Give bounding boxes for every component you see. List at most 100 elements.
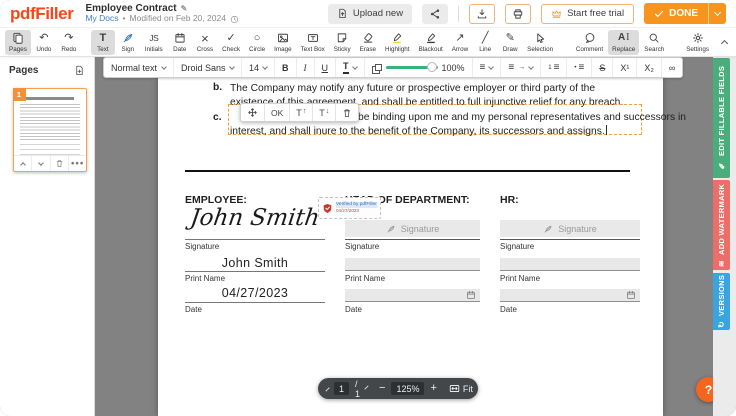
tool-arrow[interactable]: ↗ Arrow — [448, 30, 472, 55]
pages-icon — [12, 32, 24, 45]
gear-icon — [692, 32, 704, 45]
tool-sticky[interactable]: Sticky — [330, 30, 355, 55]
strikethrough-button[interactable]: S — [592, 58, 613, 77]
main-toolbar: Pages ↶ Undo ↷ Redo T Text Sign JS Initi… — [0, 28, 736, 57]
bold-button[interactable]: B — [275, 58, 297, 77]
tool-undo[interactable]: ↶ Undo — [32, 30, 56, 55]
current-page-input[interactable]: 1 — [334, 382, 349, 395]
hod-signature-field[interactable]: Signature — [345, 220, 480, 237]
tool-sign[interactable]: Sign — [116, 30, 140, 55]
arrow-icon: ↗ — [455, 32, 464, 45]
search-icon — [648, 32, 660, 45]
font-size-dropdown[interactable]: 14 — [242, 58, 275, 77]
paragraph-c-line2: interest, and shall inure to the benefit… — [230, 125, 607, 139]
download-button[interactable] — [469, 4, 495, 24]
tool-search[interactable]: Search — [640, 30, 668, 55]
tool-text-box[interactable]: Text Box — [297, 30, 329, 55]
zoom-out-button[interactable]: − — [379, 383, 385, 394]
tool-initials[interactable]: JS Initials — [141, 30, 167, 55]
upload-icon — [337, 8, 348, 19]
ok-button[interactable]: OK — [265, 104, 290, 121]
move-text-button[interactable] — [241, 104, 265, 121]
underline-button[interactable]: U — [315, 58, 337, 77]
pdffiller-logo[interactable]: pdfFiller — [10, 4, 73, 24]
hr-print-name-field[interactable] — [500, 258, 640, 271]
employee-date[interactable]: 04/27/2023 — [185, 286, 325, 300]
font-size-down-button[interactable]: T↓ — [313, 104, 336, 121]
numbered-list-button[interactable]: 1≡ — [541, 58, 567, 77]
tool-replace[interactable]: AI Replace — [608, 30, 639, 55]
tab-edit-fillable-fields[interactable]: ✎ EDIT FILLABLE FIELDS — [713, 58, 730, 178]
selection-pointer-icon — [534, 32, 546, 45]
done-dropdown-button[interactable] — [709, 3, 726, 24]
employee-signature-handwritten[interactable]: John Smith — [183, 205, 327, 231]
tool-settings[interactable]: Settings — [682, 30, 713, 55]
hod-date-field[interactable] — [345, 289, 480, 302]
share-button[interactable] — [422, 4, 448, 24]
verified-stamp[interactable]: Verified by pdfFiller 04/27/2023 — [318, 197, 381, 219]
versions-history-icon: ↻ — [717, 321, 726, 328]
page-thumbnail-card[interactable]: 1 ●●● — [13, 88, 87, 172]
hr-date-field[interactable] — [500, 289, 640, 302]
align-dropdown[interactable]: ≡ — [473, 58, 502, 77]
next-page-button[interactable] — [364, 385, 368, 389]
format-toolbar: Normal text Droid Sans 14 B I U T 100% ≡… — [103, 57, 683, 78]
tool-redo[interactable]: ↷ Redo — [57, 30, 81, 55]
document-page[interactable]: b. The Company may notify any future or … — [158, 77, 663, 416]
delete-text-button[interactable] — [336, 104, 358, 121]
zoom-in-button[interactable]: + — [430, 383, 436, 394]
tool-text[interactable]: T Text — [91, 30, 115, 55]
collapse-toolbar-chevron[interactable] — [721, 39, 728, 46]
page-thumbnail — [20, 97, 80, 155]
done-button[interactable]: DONE — [644, 3, 708, 24]
text-color-dropdown[interactable]: T — [336, 58, 365, 77]
employee-print-name[interactable]: John Smith — [185, 256, 325, 270]
rename-icon[interactable]: ✎ — [181, 4, 188, 13]
fit-button[interactable]: Fit — [449, 383, 473, 394]
tool-highlight[interactable]: Highlight — [381, 30, 414, 55]
tool-blackout[interactable]: Blackout — [415, 30, 447, 55]
tool-cross[interactable]: × Cross — [193, 30, 217, 55]
italic-button[interactable]: I — [297, 58, 315, 77]
move-page-down-button[interactable] — [32, 156, 50, 171]
delete-page-button[interactable] — [51, 156, 69, 171]
pages-panel: Pages 1 ●●● — [0, 57, 95, 416]
move-page-up-button[interactable] — [14, 156, 32, 171]
indent-dropdown[interactable]: ≡→ — [501, 58, 541, 77]
breadcrumb-separator: • — [123, 14, 126, 24]
print-button[interactable] — [505, 4, 531, 24]
subscript-button[interactable]: X₂ — [637, 58, 662, 77]
tool-draw[interactable]: ✎ Draw — [498, 30, 522, 55]
tool-image[interactable]: Image — [270, 30, 296, 55]
tool-circle[interactable]: ○ Circle — [245, 30, 269, 55]
start-free-trial-button[interactable]: Start free trial — [541, 4, 634, 24]
link-button[interactable]: ∞ — [662, 58, 682, 77]
tab-versions[interactable]: ↻ VERSIONS — [713, 273, 730, 330]
tool-pages[interactable]: Pages — [5, 30, 31, 55]
previous-page-button[interactable] — [325, 387, 329, 391]
paragraph-style-dropdown[interactable]: Normal text — [104, 58, 174, 77]
pdffiller-app: pdfFiller Employee Contract ✎ My Docs • … — [0, 0, 736, 416]
hr-signature-field[interactable]: Signature — [500, 220, 640, 237]
opacity-slider[interactable] — [386, 66, 438, 69]
add-page-icon[interactable] — [74, 65, 85, 76]
tool-selection[interactable]: Selection — [523, 30, 557, 55]
text-icon: T — [99, 32, 106, 45]
tool-erase[interactable]: Erase — [356, 30, 380, 55]
tool-date[interactable]: Date — [168, 30, 192, 55]
page-more-button[interactable]: ●●● — [69, 156, 86, 171]
opacity-control[interactable]: 100% — [365, 58, 473, 77]
superscript-button[interactable]: X¹ — [613, 58, 637, 77]
font-family-dropdown[interactable]: Droid Sans — [174, 58, 242, 77]
font-size-up-button[interactable]: T↑ — [290, 104, 313, 121]
zoom-level[interactable]: 125% — [391, 382, 424, 395]
bullet-list-button[interactable]: •≡ — [567, 58, 592, 77]
tool-comment[interactable]: Comment — [572, 30, 607, 55]
tool-check[interactable]: ✓ Check — [218, 30, 244, 55]
tab-add-watermark[interactable]: ≋ ADD WATERMARK — [713, 180, 730, 270]
upload-new-button[interactable]: Upload new — [328, 4, 412, 24]
calendar-icon — [466, 290, 476, 300]
tool-line[interactable]: ╱ Line — [473, 30, 497, 55]
breadcrumb-my-docs[interactable]: My Docs — [85, 14, 118, 24]
hod-print-name-field[interactable] — [345, 258, 480, 271]
